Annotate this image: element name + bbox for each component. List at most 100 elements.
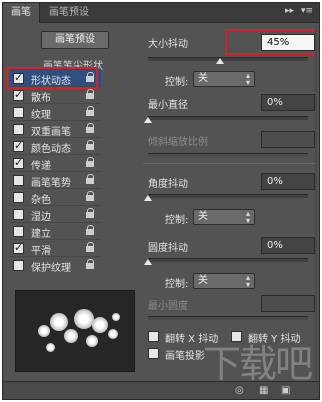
wet-edges-checkbox[interactable] bbox=[13, 209, 24, 220]
highlight-box-shape-dynamics bbox=[6, 67, 98, 89]
dual-brush-checkbox[interactable] bbox=[13, 124, 24, 135]
option-label: 杂色 bbox=[31, 195, 51, 206]
eye-toggle-icon[interactable]: ◎ bbox=[235, 385, 244, 396]
option-label: 散布 bbox=[31, 93, 51, 104]
select-arrows-icon: ▴ ▾ bbox=[245, 209, 250, 225]
brush-dab bbox=[112, 313, 120, 321]
roundness-jitter-field[interactable]: 0% bbox=[261, 237, 315, 254]
angle-control-label: 控制: bbox=[165, 215, 189, 226]
lock-icon[interactable] bbox=[86, 140, 95, 150]
option-label: 建立 bbox=[31, 229, 51, 240]
panel-bottom-bar: ◎ ▦ ▣ bbox=[3, 381, 319, 399]
roundness-control-label: 控制: bbox=[165, 279, 189, 290]
roundness-jitter-label: 圆度抖动 bbox=[148, 243, 188, 254]
roundness-control-select[interactable]: 关 ▴ ▾ bbox=[193, 273, 255, 289]
angle-jitter-field[interactable]: 0% bbox=[261, 173, 315, 190]
brush-dab bbox=[86, 335, 98, 347]
tilt-scale-slider bbox=[148, 153, 308, 157]
lock-icon[interactable] bbox=[86, 242, 95, 252]
brush-dab bbox=[108, 329, 118, 339]
min-roundness-label: 最小圆度 bbox=[148, 301, 188, 312]
option-build-up[interactable]: 建立 bbox=[9, 222, 101, 240]
option-label: 平滑 bbox=[31, 246, 51, 257]
option-label: 传递 bbox=[31, 161, 51, 172]
option-smoothing[interactable]: 平滑 bbox=[9, 239, 101, 257]
watermark: 下载吧 bbox=[203, 342, 313, 386]
size-jitter-slider-thumb[interactable] bbox=[216, 58, 224, 64]
panel-scrollbar[interactable] bbox=[315, 25, 317, 380]
new-brush-icon[interactable]: ▣ bbox=[281, 385, 290, 396]
brush-pose-checkbox[interactable] bbox=[13, 175, 24, 186]
angle-jitter-slider[interactable] bbox=[148, 194, 308, 198]
option-label: 纹理 bbox=[31, 110, 51, 121]
option-noise[interactable]: 杂色 bbox=[9, 188, 101, 206]
tab-bar: 画笔 画笔预设 ▸▸ ▾≡ bbox=[3, 3, 319, 23]
lock-icon[interactable] bbox=[86, 106, 95, 116]
min-roundness-slider bbox=[148, 316, 308, 320]
lock-icon[interactable] bbox=[86, 259, 95, 269]
brush-dab bbox=[92, 317, 108, 333]
brush-projection-label: 画笔投影 bbox=[165, 351, 205, 362]
roundness-control-value: 关 bbox=[198, 275, 208, 286]
protect-texture-checkbox[interactable] bbox=[13, 260, 24, 271]
grid-icon[interactable]: ▦ bbox=[259, 385, 268, 396]
angle-control-select[interactable]: 关 ▴ ▾ bbox=[193, 209, 255, 225]
tab-brush-presets[interactable]: 画笔预设 bbox=[41, 3, 97, 23]
brush-dab bbox=[64, 329, 78, 343]
option-protect-texture[interactable]: 保护纹理 bbox=[9, 256, 101, 274]
option-texture[interactable]: 纹理 bbox=[9, 103, 101, 121]
roundness-jitter-slider-thumb[interactable] bbox=[144, 259, 152, 265]
tab-brush[interactable]: 画笔 bbox=[3, 3, 40, 23]
lock-icon[interactable] bbox=[86, 174, 95, 184]
brush-dab bbox=[46, 343, 55, 352]
build-up-checkbox[interactable] bbox=[13, 226, 24, 237]
lock-icon[interactable] bbox=[86, 157, 95, 167]
smoothing-checkbox[interactable] bbox=[13, 241, 24, 254]
lock-icon[interactable] bbox=[86, 123, 95, 133]
roundness-jitter-slider[interactable] bbox=[148, 258, 308, 262]
option-wet-edges[interactable]: 湿边 bbox=[9, 205, 101, 223]
brush-dab bbox=[74, 309, 94, 329]
scattering-checkbox[interactable] bbox=[13, 88, 24, 101]
lock-icon[interactable] bbox=[86, 208, 95, 218]
transfer-checkbox[interactable] bbox=[13, 156, 24, 169]
option-dual-brush[interactable]: 双重画笔 bbox=[9, 120, 101, 138]
size-jitter-label: 大小抖动 bbox=[148, 39, 188, 50]
option-color-dynamics[interactable]: 颜色动态 bbox=[9, 137, 101, 155]
option-label: 颜色动态 bbox=[31, 144, 71, 155]
highlight-box-size-jitter bbox=[225, 29, 317, 55]
min-roundness-field bbox=[261, 295, 315, 312]
min-diameter-slider-thumb[interactable] bbox=[144, 117, 152, 123]
option-label: 双重画笔 bbox=[31, 127, 71, 138]
option-label: 保护纹理 bbox=[31, 263, 71, 274]
flip-x-jitter-checkbox[interactable] bbox=[148, 331, 159, 342]
color-dynamics-checkbox[interactable] bbox=[13, 139, 24, 152]
brush-panel: 画笔 画笔预设 ▸▸ ▾≡ 画笔预设 画笔笔尖形状 形状动态 散布 纹理 双重画… bbox=[2, 2, 320, 400]
panel-menu-icon[interactable]: ▾≡ bbox=[301, 6, 313, 16]
tilt-scale-field bbox=[261, 131, 315, 148]
size-control-select[interactable]: 关 ▴ ▾ bbox=[193, 71, 255, 87]
select-arrows-icon: ▴ ▾ bbox=[245, 71, 250, 87]
angle-jitter-label: 角度抖动 bbox=[148, 179, 188, 190]
option-brush-pose[interactable]: 画笔笔势 bbox=[9, 171, 101, 189]
angle-control-value: 关 bbox=[198, 211, 208, 222]
size-jitter-slider[interactable] bbox=[148, 57, 308, 61]
option-label: 湿边 bbox=[31, 212, 51, 223]
min-diameter-field[interactable]: 0% bbox=[261, 94, 315, 111]
min-diameter-label: 最小直径 bbox=[148, 100, 188, 111]
noise-checkbox[interactable] bbox=[13, 192, 24, 203]
brush-projection-checkbox[interactable] bbox=[148, 348, 159, 359]
lock-icon[interactable] bbox=[86, 225, 95, 235]
tilt-scale-label: 倾斜缩放比例 bbox=[148, 137, 208, 148]
texture-checkbox[interactable] bbox=[13, 107, 24, 118]
min-diameter-slider[interactable] bbox=[148, 116, 308, 120]
size-control-label: 控制: bbox=[165, 77, 189, 88]
angle-jitter-slider-thumb[interactable] bbox=[144, 195, 152, 201]
brush-presets-button[interactable]: 画笔预设 bbox=[41, 31, 109, 49]
lock-icon[interactable] bbox=[86, 191, 95, 201]
lock-icon[interactable] bbox=[86, 89, 95, 99]
select-arrows-icon: ▴ ▾ bbox=[245, 273, 250, 289]
expand-icon[interactable]: ▸▸ bbox=[285, 6, 294, 16]
size-control-value: 关 bbox=[198, 73, 208, 84]
option-transfer[interactable]: 传递 bbox=[9, 154, 101, 172]
